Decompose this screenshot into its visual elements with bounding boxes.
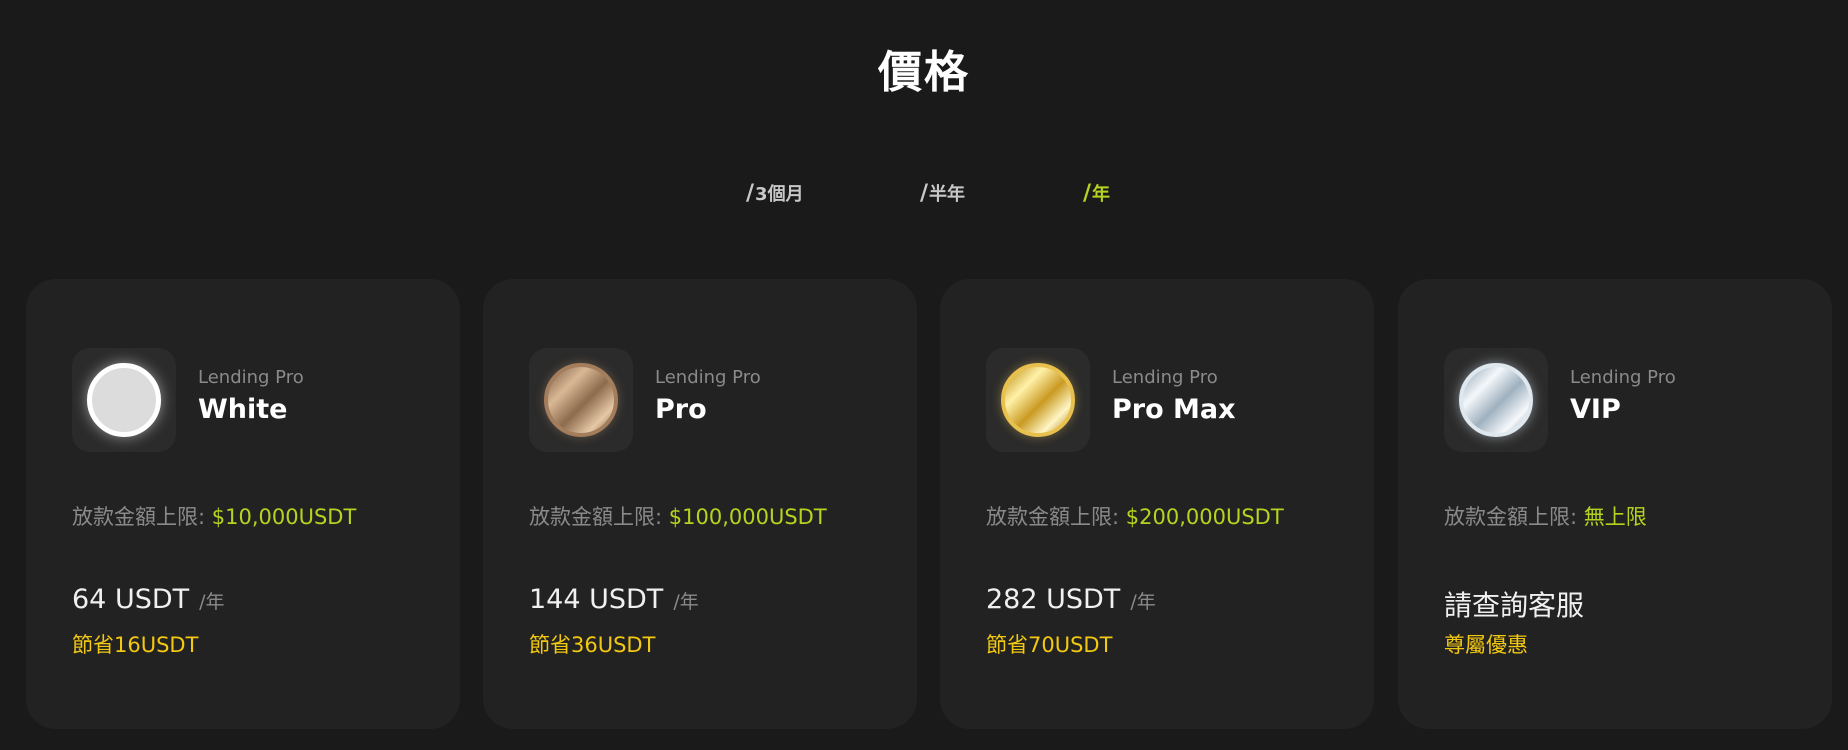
plan-name: Pro [655,394,707,425]
plan-card-vip[interactable]: Lending Pro VIP 放款金額上限: 無上限 請查詢客服 尊屬優惠 [1398,279,1832,729]
pricing-page: 價格 /3個月 /半年 /年 Lending Pro White 放款金額上限:… [0,0,1848,750]
loan-limit-label: 放款金額上限: [529,505,663,529]
plan-price: 282 USDT/年 [986,584,1156,615]
price-amount: 64 USDT [72,584,190,615]
price-period: /年 [199,591,225,613]
price-amount: 282 USDT [986,584,1121,615]
page-title: 價格 [878,47,970,98]
exclusive-offer-text: 尊屬優惠 [1444,633,1528,657]
white-coin-icon [87,363,161,437]
loan-limit-label: 放款金額上限: [72,505,206,529]
plan-name: Pro Max [1112,394,1236,425]
plan-badge [529,348,633,452]
tab-slash: / [746,181,755,206]
tab-year[interactable]: /年 [1083,180,1110,206]
plan-badge [1444,348,1548,452]
tab-label: 3個月 [755,184,804,205]
product-name: Lending Pro [655,367,761,388]
plan-card-pro-max[interactable]: Lending Pro Pro Max 放款金額上限: $200,000USDT… [940,279,1374,729]
price-period: /年 [673,591,699,613]
loan-limit: 放款金額上限: $200,000USDT [986,501,1284,531]
plan-price: 144 USDT/年 [529,584,699,615]
loan-limit: 放款金額上限: $10,000USDT [72,501,356,531]
plan-name: White [198,394,288,425]
loan-limit-label: 放款金額上限: [1444,505,1578,529]
savings-text: 節省36USDT [529,633,656,657]
tab-slash: / [920,181,929,206]
tab-slash: / [1083,181,1092,206]
plan-card-white[interactable]: Lending Pro White 放款金額上限: $10,000USDT 64… [26,279,460,729]
product-name: Lending Pro [1570,367,1676,388]
contact-support-text: 請查詢客服 [1444,589,1585,622]
plan-price: 64 USDT/年 [72,584,225,615]
plan-name: VIP [1570,394,1621,425]
tab-label: 半年 [929,184,966,205]
price-period: /年 [1130,591,1156,613]
loan-limit: 放款金額上限: $100,000USDT [529,501,827,531]
loan-limit-value: $10,000USDT [211,505,357,529]
plan-badge [986,348,1090,452]
tab-label: 年 [1092,184,1111,205]
savings-text: 節省70USDT [986,633,1113,657]
product-name: Lending Pro [198,367,304,388]
tab-half-year[interactable]: /半年 [920,180,965,206]
gold-coin-icon [1001,363,1075,437]
loan-limit: 放款金額上限: 無上限 [1444,501,1647,531]
bronze-coin-icon [544,363,618,437]
plan-badge [72,348,176,452]
plan-card-pro[interactable]: Lending Pro Pro 放款金額上限: $100,000USDT 144… [483,279,917,729]
savings-text: 節省16USDT [72,633,199,657]
loan-limit-label: 放款金額上限: [986,505,1120,529]
billing-period-tabs: /3個月 /半年 /年 [0,180,1848,210]
loan-limit-value: 無上限 [1583,505,1647,529]
loan-limit-value: $200,000USDT [1125,505,1284,529]
product-name: Lending Pro [1112,367,1218,388]
loan-limit-value: $100,000USDT [668,505,827,529]
tab-3-months[interactable]: /3個月 [746,180,804,206]
price-amount: 144 USDT [529,584,664,615]
silver-coin-icon [1459,363,1533,437]
plan-price: 請查詢客服 [1444,584,1584,624]
